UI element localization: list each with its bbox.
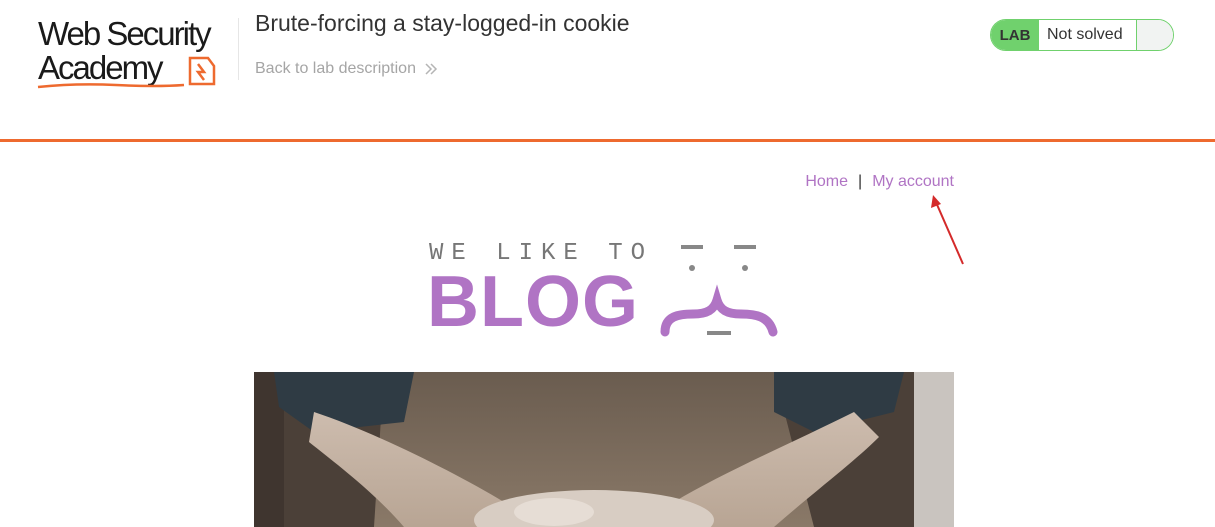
back-link-label: Back to lab description	[255, 60, 416, 77]
lab-status-end	[1137, 20, 1173, 50]
my-account-link[interactable]: My account	[872, 173, 954, 190]
header-divider	[238, 18, 239, 80]
lab-status-text: Not solved	[1039, 20, 1137, 50]
web-security-academy-logo[interactable]: Web Security Academy	[36, 14, 236, 92]
curly-brace-face-icon	[660, 245, 778, 337]
blog-banner: WE LIKE TO BLOG	[427, 238, 787, 338]
double-chevron-right-icon	[425, 63, 438, 75]
annotation-arrow-icon	[931, 195, 964, 265]
back-to-lab-description-link[interactable]: Back to lab description	[255, 60, 438, 78]
logo-mark-icon	[188, 56, 216, 86]
blog-top-nav: Home | My account	[805, 173, 954, 191]
lab-badge: LAB	[991, 20, 1039, 50]
academy-header: Web Security Academy Brute-forcing a sta…	[0, 0, 1215, 142]
logo-line1: Web Security	[38, 15, 212, 52]
logo-underline-icon	[37, 83, 185, 89]
lab-title: Brute-forcing a stay-logged-in cookie	[255, 10, 630, 36]
banner-title: BLOG	[427, 262, 639, 342]
nav-separator: |	[858, 173, 863, 190]
lab-status-widget: LAB Not solved	[990, 19, 1174, 51]
hands-with-clay-photo-icon	[254, 372, 954, 527]
post-image[interactable]	[254, 372, 954, 527]
home-link[interactable]: Home	[805, 173, 848, 190]
